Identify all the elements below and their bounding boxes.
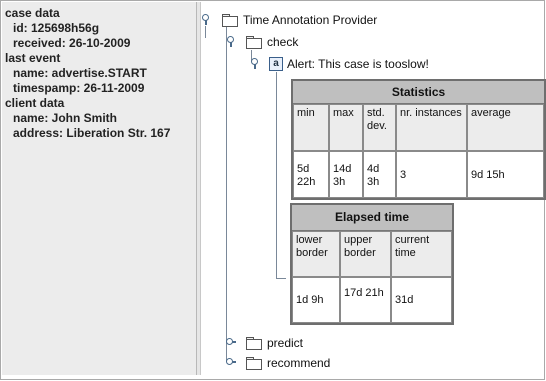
case-received: received: 26-10-2009 xyxy=(13,36,131,50)
folder-icon xyxy=(246,36,262,49)
window-frame: case data id: 125698h56g received: 26-10… xyxy=(0,0,546,380)
stat-header-max: max xyxy=(330,105,362,150)
expand-handle-icon[interactable] xyxy=(226,36,236,48)
tree-node-alert[interactable]: Alert: This case is tooslow! xyxy=(287,57,429,71)
tree-root-label[interactable]: Time Annotation Provider xyxy=(243,13,377,27)
folder-icon xyxy=(246,357,262,370)
tree-line xyxy=(276,278,286,279)
elapsed-value-current-time: 31d xyxy=(392,278,451,322)
section-last-event: last event xyxy=(5,51,61,65)
collapsed-handle-icon[interactable] xyxy=(226,357,236,369)
stat-header-average: average xyxy=(468,105,543,150)
tree-node-predict[interactable]: predict xyxy=(267,336,303,350)
stat-header-std-dev: std. dev. xyxy=(364,105,395,150)
client-address: address: Liberation Str. 167 xyxy=(13,126,171,140)
elapsed-value-upper-border: 17d 21h xyxy=(341,278,390,322)
elapsed-value-lower-border: 1d 9h xyxy=(293,278,339,322)
expand-handle-icon[interactable] xyxy=(250,58,260,70)
tree-line xyxy=(276,72,277,278)
collapsed-handle-icon[interactable] xyxy=(226,337,236,349)
event-timestamp: timespamp: 26-11-2009 xyxy=(13,81,145,95)
tree-node-check[interactable]: check xyxy=(267,35,298,49)
event-name: name: advertise.START xyxy=(13,66,147,80)
section-client-data: client data xyxy=(5,96,65,110)
tree-line xyxy=(226,26,227,362)
elapsed-header-lower-border: lower border xyxy=(293,232,339,276)
stat-value-nr-instances: 3 xyxy=(397,152,466,197)
case-id: id: 125698h56g xyxy=(13,21,100,35)
folder-icon xyxy=(246,337,262,350)
elapsed-header-current-time: current time xyxy=(392,232,451,276)
stat-value-average: 9d 15h xyxy=(468,152,543,197)
case-info-panel: case data id: 125698h56g received: 26-10… xyxy=(2,2,197,375)
folder-icon xyxy=(222,14,238,27)
section-case-data: case data xyxy=(5,6,60,20)
tree-node-recommend[interactable]: recommend xyxy=(267,356,330,370)
elapsed-header-upper-border: upper border xyxy=(341,232,390,276)
provider-tree: Time Annotation Provider check a Alert: … xyxy=(201,2,546,375)
stat-value-min: 5d 22h xyxy=(294,152,328,197)
stat-value-std-dev: 4d 3h xyxy=(364,152,395,197)
stat-header-nr-instances: nr. instances xyxy=(397,105,466,150)
elapsed-time-table: Elapsed time lower border upper border c… xyxy=(290,203,454,325)
stat-header-min: min xyxy=(294,105,328,150)
stat-value-max: 14d 3h xyxy=(330,152,362,197)
statistics-table: Statistics min max std. dev. nr. instanc… xyxy=(291,79,546,200)
tree-line xyxy=(205,26,206,38)
elapsed-title: Elapsed time xyxy=(292,205,452,231)
statistics-title: Statistics xyxy=(293,81,544,104)
expand-handle-icon[interactable] xyxy=(201,14,211,26)
alert-icon: a xyxy=(269,57,283,71)
client-name: name: John Smith xyxy=(13,111,118,125)
